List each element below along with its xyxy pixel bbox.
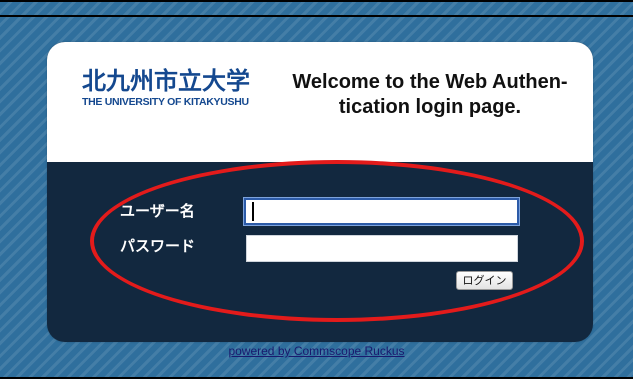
welcome-heading: Welcome to the Web Authen- tication logi… [275,70,585,120]
logo-english: THE UNIVERSITY OF KITAKYUSHU [82,96,249,108]
username-input[interactable] [244,198,519,225]
university-logo: 北九州市立大学 THE UNIVERSITY OF KITAKYUSHU [82,66,267,108]
page-background: 北九州市立大学 THE UNIVERSITY OF KITAKYUSHU Wel… [0,0,633,379]
top-divider [0,15,633,17]
login-button[interactable]: ログイン [456,271,513,290]
welcome-line-2: tication login page. [338,96,522,118]
card-header: 北九州市立大学 THE UNIVERSITY OF KITAKYUSHU Wel… [47,42,593,162]
password-input[interactable] [246,235,518,262]
login-card: 北九州市立大学 THE UNIVERSITY OF KITAKYUSHU Wel… [47,42,593,342]
username-label: ユーザー名 [120,202,195,220]
logo-kanji: 北九州市立大学 [82,67,250,95]
welcome-line-1: Welcome to the Web Authen- [292,71,568,93]
powered-by-link[interactable]: powered by Commscope Ruckus [0,344,633,358]
password-label: パスワード [120,237,196,255]
text-cursor [252,202,254,221]
